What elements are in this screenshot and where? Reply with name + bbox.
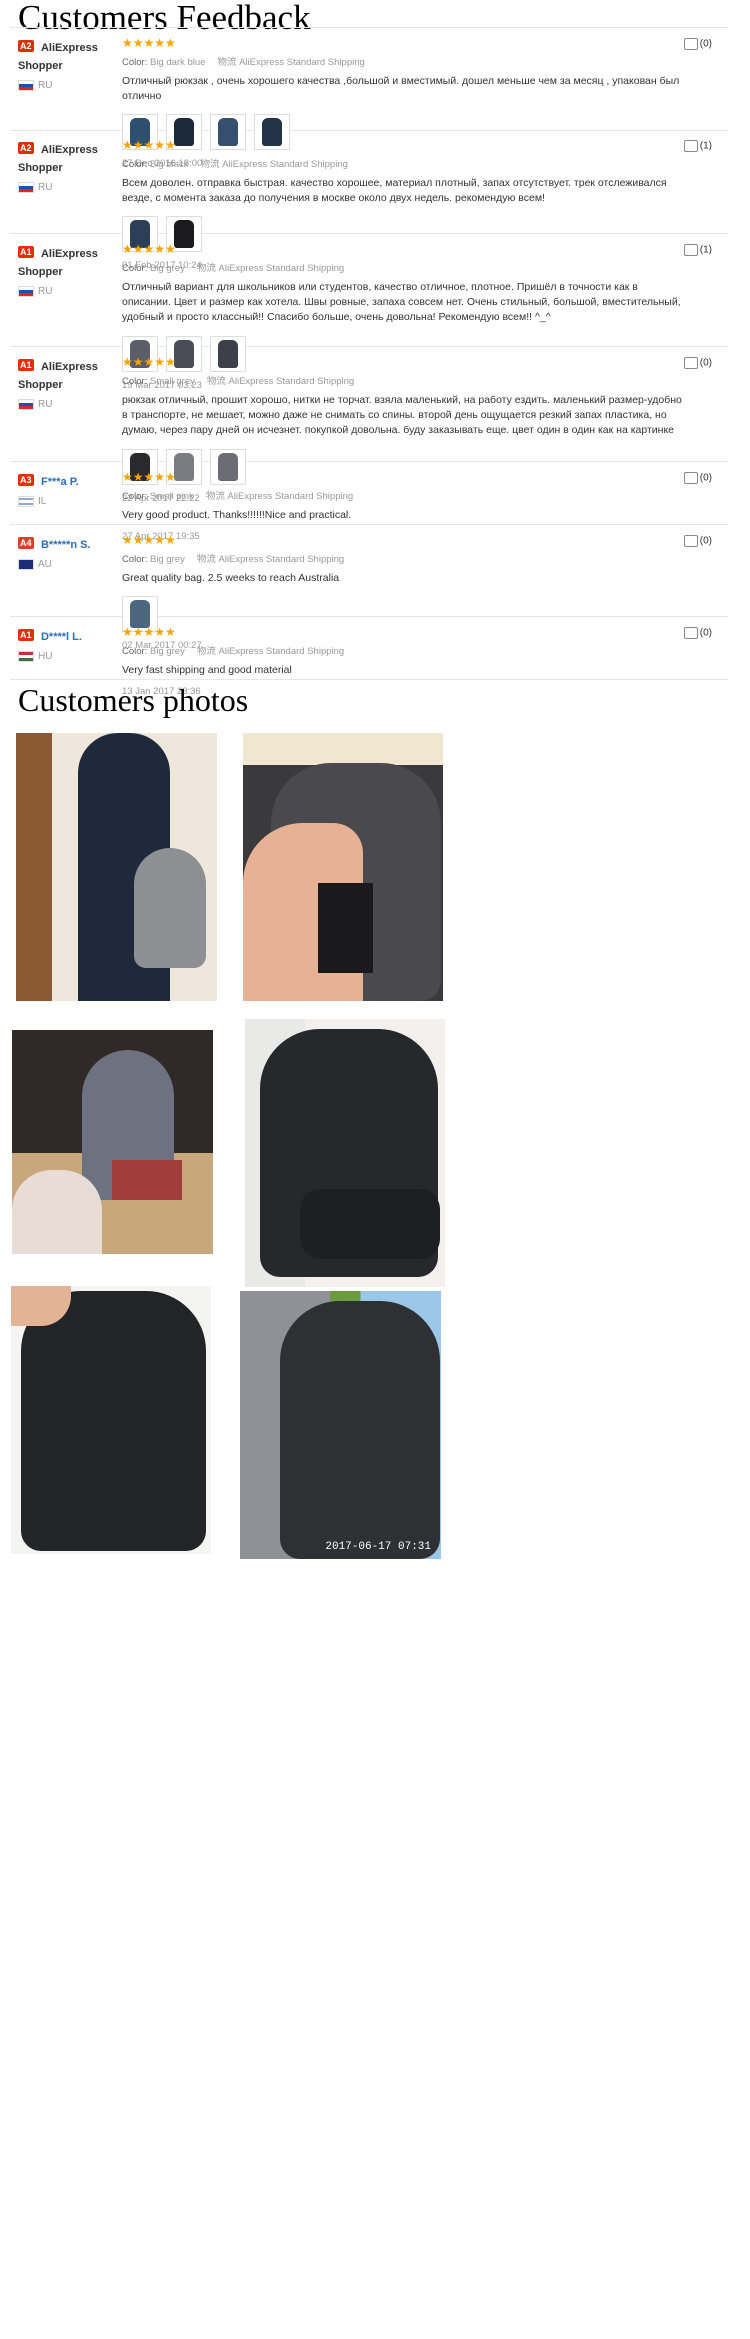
helpful-button[interactable]: (1) <box>683 140 712 152</box>
reviewer-info: A1 D****l L. HU <box>18 627 113 662</box>
photo-timestamp: 2017-06-17 07:31 <box>325 1541 431 1553</box>
hungary-flag-icon <box>18 651 34 662</box>
customer-photo[interactable] <box>11 1286 211 1554</box>
reviewer-name[interactable]: F***a P. <box>41 476 79 488</box>
russia-flag-icon <box>18 399 34 410</box>
reviewer-country: AU <box>18 559 113 570</box>
review-meta: Color: Big black 物流 AliExpress Standard S… <box>122 159 348 170</box>
reviewer-name[interactable]: B*****n S. <box>41 539 91 551</box>
thumbs-up-icon <box>683 38 698 50</box>
thumbs-up-icon <box>683 140 698 152</box>
reviewer-country: RU <box>18 399 113 410</box>
review-item: A4 B*****n S. AU ★★★★★ Color: Big grey 物流… <box>10 525 728 651</box>
reviewer-info: A2 AliExpress Shopper RU <box>18 38 113 91</box>
level-badge: A3 <box>18 474 34 486</box>
review-item: A1 AliExpress Shopper RU ★★★★★ Color: Sma… <box>10 347 728 504</box>
customer-photo[interactable] <box>245 1019 445 1287</box>
star-rating: ★★★★★ <box>122 355 176 369</box>
review-text: Very good product. Thanks!!!!!!Nice and … <box>122 509 352 521</box>
helpful-button[interactable]: (1) <box>683 244 712 256</box>
review-text: Отличный вариант для школьников или студ… <box>122 281 681 324</box>
helpful-button[interactable]: (0) <box>683 38 712 50</box>
customer-photo[interactable] <box>16 733 217 1001</box>
helpful-button[interactable]: (0) <box>683 535 712 547</box>
reviewer-country: HU <box>18 651 113 662</box>
level-badge: A1 <box>18 359 34 371</box>
review-meta: Color: Small grey 物流 AliExpress Standard … <box>122 376 355 387</box>
reviewer-info: A1 AliExpress Shopper RU <box>18 244 113 297</box>
israel-flag-icon <box>18 496 34 507</box>
customer-photo[interactable]: 2017-06-17 07:31 <box>240 1291 441 1559</box>
reviewer-country: RU <box>18 286 113 297</box>
thumbs-up-icon <box>683 535 698 547</box>
review-item: A3 F***a P. IL ★★★★★ Color: Small pink 物流… <box>10 462 728 542</box>
reviewer-name[interactable]: D****l L. <box>41 631 82 643</box>
russia-flag-icon <box>18 80 34 91</box>
star-rating: ★★★★★ <box>122 625 176 639</box>
level-badge: A1 <box>18 246 34 258</box>
star-rating: ★★★★★ <box>122 138 176 152</box>
reviewer-info: A3 F***a P. IL <box>18 472 113 507</box>
review-meta: Color: Big grey 物流 AliExpress Standard Sh… <box>122 646 345 657</box>
photos-heading: Customers photos <box>18 682 249 718</box>
reviewer-info: A2 AliExpress Shopper RU <box>18 140 113 193</box>
helpful-button[interactable]: (0) <box>683 627 712 639</box>
russia-flag-icon <box>18 286 34 297</box>
review-meta: Color: Big dark blue 物流 AliExpress Standa… <box>122 57 365 68</box>
customer-photo[interactable] <box>243 733 443 1001</box>
review-text: Отличный рюкзак , очень хорошего качеств… <box>122 75 680 103</box>
level-badge: A1 <box>18 629 34 641</box>
thumbs-up-icon <box>683 472 698 484</box>
thumbs-up-icon <box>683 627 698 639</box>
review-meta: Color: Big grey 物流 AliExpress Standard Sh… <box>122 554 345 565</box>
reviewer-country: IL <box>18 496 113 507</box>
review-text: Very fast shipping and good material <box>122 664 292 676</box>
level-badge: A2 <box>18 142 34 154</box>
star-rating: ★★★★★ <box>122 470 176 484</box>
level-badge: A2 <box>18 40 34 52</box>
star-rating: ★★★★★ <box>122 242 176 256</box>
reviewer-country: RU <box>18 182 113 193</box>
review-text: рюкзак отличный, прошит хорошо, нитки не… <box>122 394 682 437</box>
review-meta: Color: Small pink 物流 AliExpress Standard … <box>122 491 354 502</box>
review-text: Great quality bag. 2.5 weeks to reach Au… <box>122 572 340 584</box>
review-meta: Color: Big grey 物流 AliExpress Standard Sh… <box>122 263 345 274</box>
russia-flag-icon <box>18 182 34 193</box>
helpful-button[interactable]: (0) <box>683 357 712 369</box>
review-item: A2 AliExpress Shopper RU ★★★★★ Color: Big… <box>10 27 728 169</box>
review-text: Всем доволен. отправка быстрая. качество… <box>122 177 667 205</box>
reviewer-info: A4 B*****n S. AU <box>18 535 113 570</box>
level-badge: A4 <box>18 537 34 549</box>
star-rating: ★★★★★ <box>122 36 176 50</box>
australia-flag-icon <box>18 559 34 570</box>
star-rating: ★★★★★ <box>122 533 176 547</box>
review-item: A1 D****l L. HU ★★★★★ Color: Big grey 物流 … <box>10 617 728 697</box>
review-item: A1 AliExpress Shopper RU ★★★★★ Color: Big… <box>10 234 728 391</box>
review-item: A2 AliExpress Shopper RU ★★★★★ Color: Big… <box>10 130 728 271</box>
reviewer-info: A1 AliExpress Shopper RU <box>18 357 113 410</box>
customer-photo[interactable] <box>12 1030 213 1254</box>
thumbs-up-icon <box>683 244 698 256</box>
reviewer-country: RU <box>18 80 113 91</box>
helpful-button[interactable]: (0) <box>683 472 712 484</box>
thumbs-up-icon <box>683 357 698 369</box>
